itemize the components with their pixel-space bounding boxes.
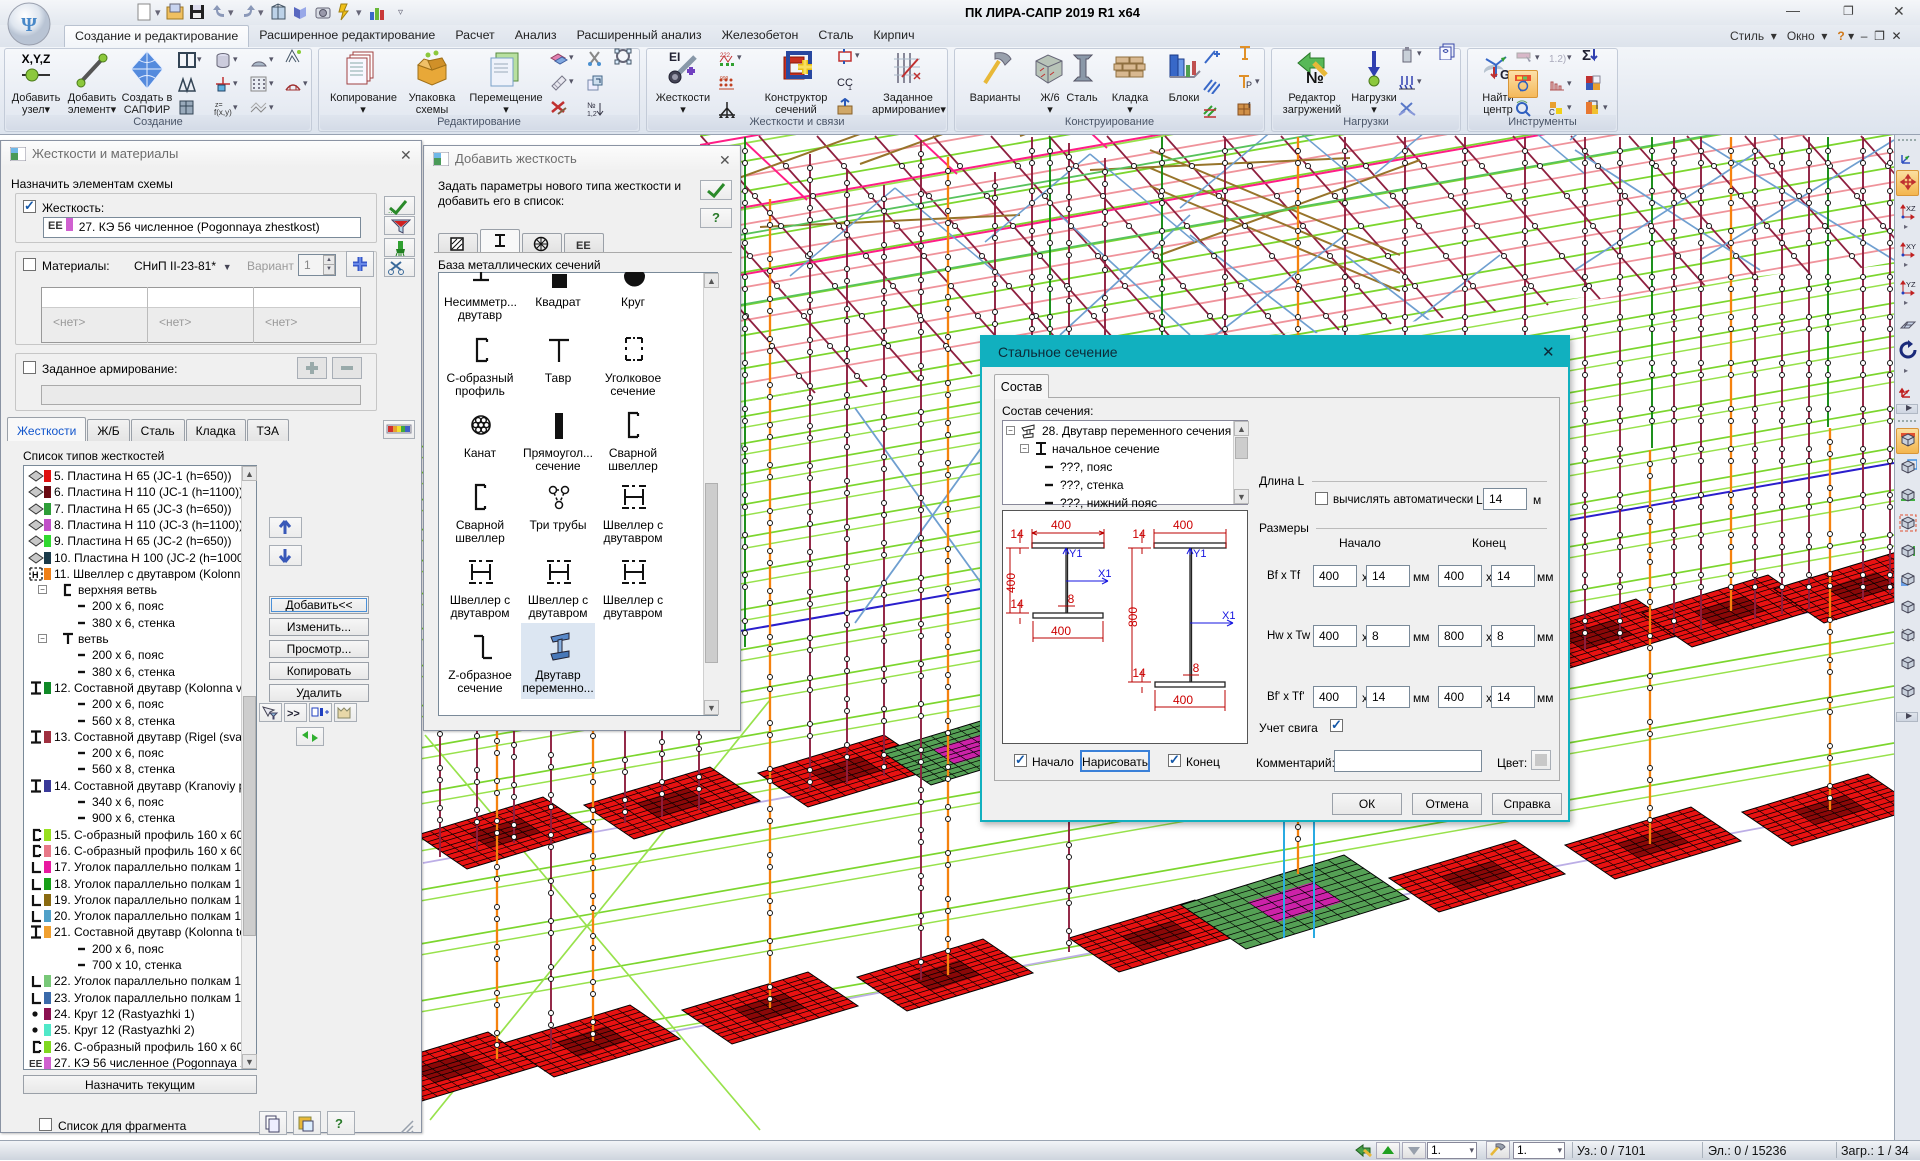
svg-text:H: H xyxy=(32,570,39,580)
svg-text:f: f xyxy=(1248,101,1251,110)
svg-text:400: 400 xyxy=(1004,573,1018,593)
svg-text:EI: EI xyxy=(669,50,680,64)
svg-text:Y1: Y1 xyxy=(1193,548,1206,560)
svg-text:C: C xyxy=(1549,108,1555,117)
svg-text:ЕЕ: ЕЕ xyxy=(29,1059,43,1070)
svg-text:400: 400 xyxy=(1173,693,1193,707)
svg-text:14: 14 xyxy=(1010,527,1024,541)
svg-text:1,2: 1,2 xyxy=(587,111,597,118)
svg-text:X1: X1 xyxy=(1098,568,1111,580)
svg-text:14: 14 xyxy=(1132,666,1146,680)
svg-text:▾: ▾ xyxy=(258,7,264,19)
svg-text:▾: ▾ xyxy=(228,7,234,19)
svg-text:№: № xyxy=(1306,70,1324,87)
svg-text:XY: XY xyxy=(1906,242,1916,251)
svg-text:f(x,y): f(x,y) xyxy=(214,108,232,117)
svg-text:400: 400 xyxy=(1051,624,1071,638)
svg-text:Σ: Σ xyxy=(1582,47,1591,64)
svg-text:▿: ▿ xyxy=(398,7,403,18)
svg-text:ЕЕ: ЕЕ xyxy=(576,240,591,252)
svg-text:▾: ▾ xyxy=(155,7,161,19)
svg-text:1.2): 1.2) xyxy=(1549,54,1566,65)
svg-text:YZ: YZ xyxy=(1906,280,1916,289)
svg-text:400: 400 xyxy=(1173,518,1193,532)
svg-text:999: 999 xyxy=(720,76,729,82)
svg-text:X1: X1 xyxy=(1222,610,1235,622)
svg-text:>>: >> xyxy=(287,708,300,720)
svg-text:222: 222 xyxy=(720,53,731,59)
svg-text:...: ... xyxy=(388,206,395,215)
svg-text:800: 800 xyxy=(1126,607,1140,627)
svg-text:14: 14 xyxy=(1132,527,1146,541)
svg-text:▾: ▾ xyxy=(356,7,362,19)
svg-text:8: 8 xyxy=(1193,661,1200,675)
svg-text:Y1: Y1 xyxy=(1069,548,1082,560)
svg-text:8: 8 xyxy=(1068,592,1075,606)
svg-text:?: ? xyxy=(335,1116,343,1131)
svg-text:400: 400 xyxy=(1051,518,1071,532)
svg-text:1 2: 1 2 xyxy=(848,85,854,92)
svg-text:14: 14 xyxy=(1010,597,1024,611)
svg-text:XZ: XZ xyxy=(1906,204,1916,213)
svg-text:P: P xyxy=(1246,80,1252,90)
svg-text:X,Y,Z: X,Y,Z xyxy=(22,52,51,66)
svg-text:№: № xyxy=(587,101,596,110)
svg-text:Ψ: Ψ xyxy=(21,14,37,36)
